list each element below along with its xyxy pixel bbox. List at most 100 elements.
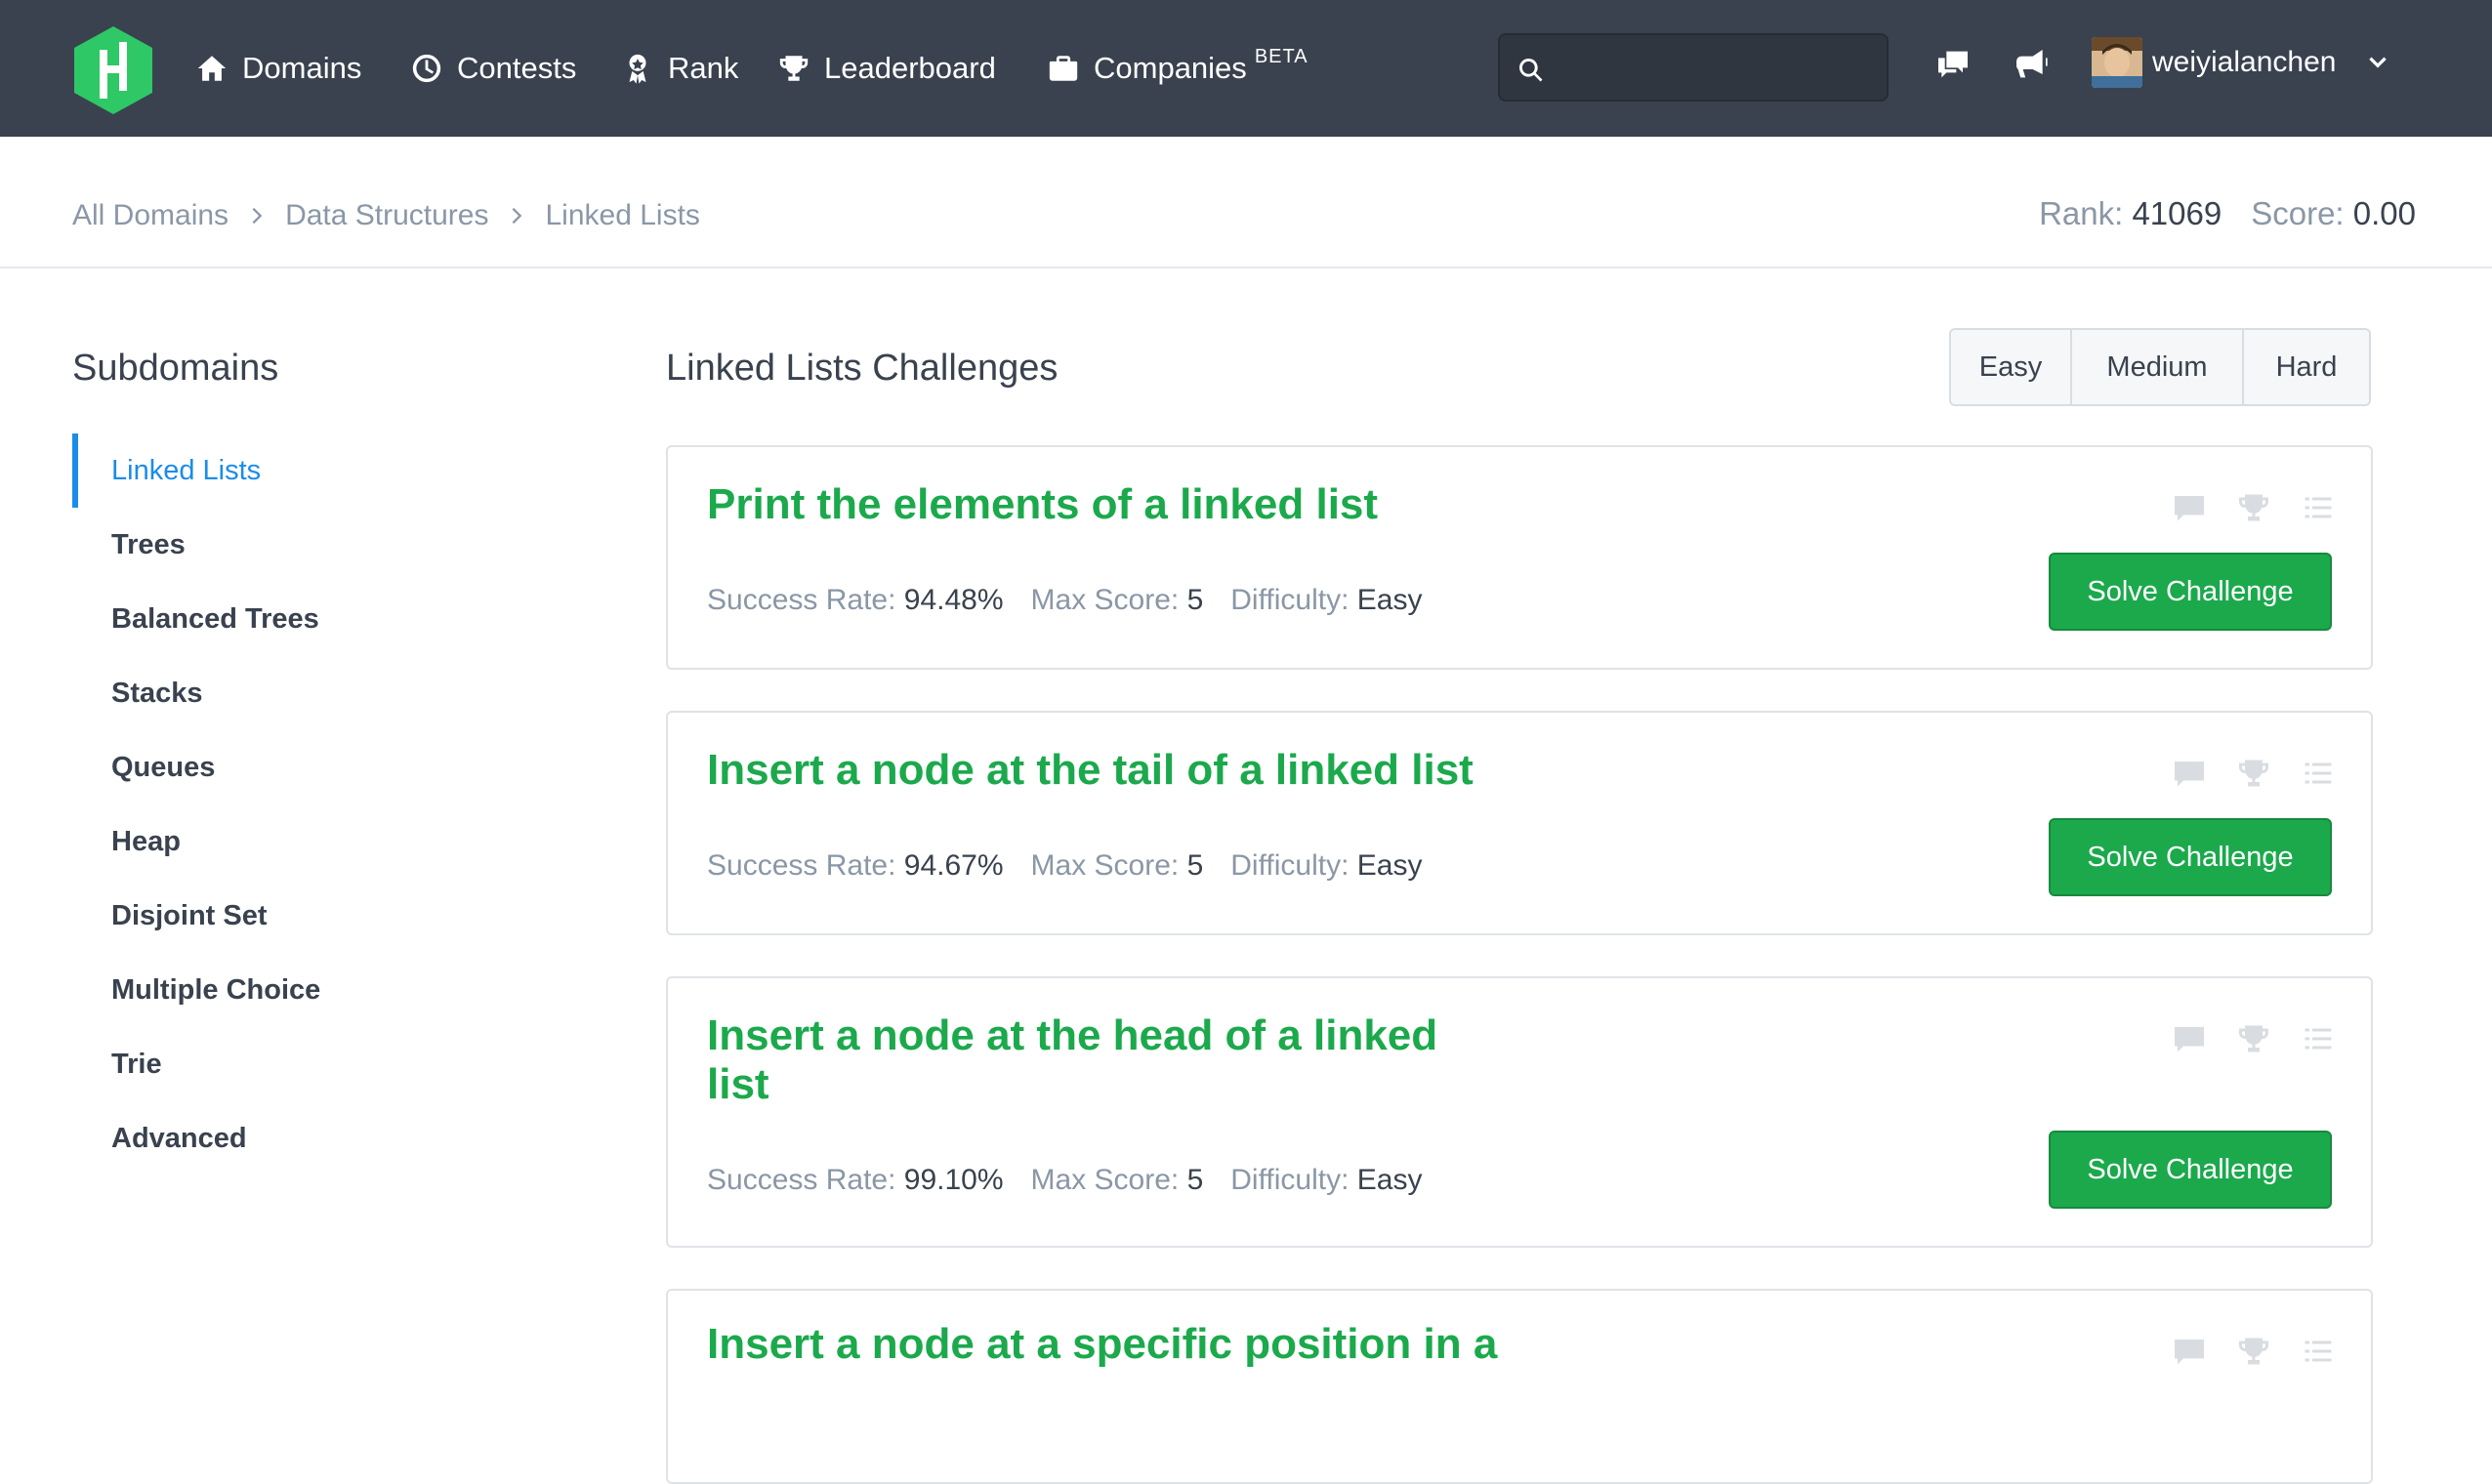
list-icon[interactable] bbox=[2301, 1021, 2336, 1056]
success-rate-label: Success Rate: bbox=[707, 584, 896, 616]
top-navbar: Domains Contests Rank Leaderboard Compan… bbox=[0, 0, 2492, 137]
sidebar-item-queues[interactable]: Queues bbox=[72, 730, 580, 804]
filter-medium-button[interactable]: Medium bbox=[2072, 330, 2244, 404]
nav-contests[interactable]: Contests bbox=[410, 0, 576, 137]
challenge-stats: Success Rate: 94.48% Max Score: 5 Diffic… bbox=[707, 584, 1422, 617]
challenge-stats: Success Rate: 99.10% Max Score: 5 Diffic… bbox=[707, 1164, 1422, 1197]
success-rate: Success Rate: 94.67% bbox=[707, 849, 1004, 883]
challenge-title[interactable]: Insert a node at the tail of a linked li… bbox=[707, 746, 1586, 795]
sidebar-item-disjoint-set[interactable]: Disjoint Set bbox=[72, 879, 580, 953]
sidebar-item-trie[interactable]: Trie bbox=[72, 1027, 580, 1101]
difficulty-value: Easy bbox=[1356, 1164, 1423, 1196]
notifications-icon[interactable] bbox=[2012, 45, 2051, 84]
user-menu[interactable]: weiyialanchen bbox=[2092, 33, 2390, 92]
chevron-right-icon bbox=[252, 207, 263, 225]
sidebar-item-balanced-trees[interactable]: Balanced Trees bbox=[72, 582, 580, 656]
score-display: Score: 0.00 bbox=[2251, 195, 2416, 232]
nav-companies[interactable]: Companies BETA bbox=[1047, 0, 1308, 137]
search-icon bbox=[1519, 59, 1543, 82]
sidebar-item-stacks[interactable]: Stacks bbox=[72, 656, 580, 730]
trophy-icon[interactable] bbox=[2236, 1334, 2271, 1369]
card-icons bbox=[2172, 756, 2336, 791]
nav-rank[interactable]: Rank bbox=[621, 0, 738, 137]
max-score-label: Max Score: bbox=[1030, 849, 1180, 882]
sidebar-item-heap[interactable]: Heap bbox=[72, 804, 580, 879]
chat-bubbles-icon bbox=[1938, 51, 1968, 78]
nav-leaderboard-label: Leaderboard bbox=[824, 51, 996, 85]
chevron-down-icon bbox=[2369, 57, 2388, 68]
max-score-label: Max Score: bbox=[1030, 584, 1180, 616]
max-score-value: 5 bbox=[1186, 584, 1204, 616]
max-score: Max Score: 5 bbox=[1031, 1164, 1204, 1197]
solve-challenge-button[interactable]: Solve Challenge bbox=[2049, 818, 2332, 896]
difficulty-value: Easy bbox=[1356, 849, 1423, 882]
filter-easy-button[interactable]: Easy bbox=[1951, 330, 2072, 404]
success-rate-value: 94.48% bbox=[903, 584, 1004, 616]
discussion-icon[interactable] bbox=[2172, 490, 2207, 525]
avatar bbox=[2092, 37, 2142, 88]
difficulty-label: Difficulty: bbox=[1230, 1164, 1350, 1196]
challenge-title[interactable]: Print the elements of a linked list bbox=[707, 480, 1508, 529]
sidebar-item-multiple-choice[interactable]: Multiple Choice bbox=[72, 953, 580, 1027]
success-rate-value: 99.10% bbox=[903, 1164, 1004, 1196]
card-icons bbox=[2172, 1334, 2336, 1369]
filter-hard-button[interactable]: Hard bbox=[2244, 330, 2369, 404]
rank-display: Rank: 41069 bbox=[2039, 195, 2222, 232]
breadcrumb-all-domains[interactable]: All Domains bbox=[72, 199, 228, 232]
subdomains-list: Linked Lists Trees Balanced Trees Stacks… bbox=[72, 433, 580, 1175]
search-box[interactable] bbox=[1498, 33, 1889, 102]
challenge-title[interactable]: Insert a node at the head of a linked li… bbox=[707, 1011, 1488, 1109]
difficulty: Difficulty: Easy bbox=[1230, 849, 1422, 883]
trophy-icon[interactable] bbox=[2236, 756, 2271, 791]
difficulty: Difficulty: Easy bbox=[1230, 1164, 1422, 1197]
clock-icon bbox=[412, 54, 441, 83]
trophy-icon[interactable] bbox=[2236, 490, 2271, 525]
max-score: Max Score: 5 bbox=[1031, 584, 1204, 617]
nav-domains[interactable]: Domains bbox=[195, 0, 361, 137]
discussion-icon[interactable] bbox=[2172, 756, 2207, 791]
messages-icon[interactable] bbox=[1933, 45, 1973, 84]
max-score-value: 5 bbox=[1186, 1164, 1204, 1196]
hackerrank-logo[interactable] bbox=[70, 24, 156, 116]
rank-value: 41069 bbox=[2132, 195, 2222, 231]
challenge-card: Insert a node at a specific position in … bbox=[666, 1289, 2373, 1484]
difficulty-label: Difficulty: bbox=[1230, 849, 1350, 882]
card-icons bbox=[2172, 490, 2336, 525]
challenge-card: Print the elements of a linked list Succ… bbox=[666, 445, 2373, 670]
breadcrumb-linked-lists[interactable]: Linked Lists bbox=[545, 199, 699, 232]
breadcrumb-bar: All Domains Data Structures Linked Lists… bbox=[0, 137, 2492, 268]
briefcase-icon bbox=[1049, 56, 1078, 81]
success-rate: Success Rate: 99.10% bbox=[707, 1164, 1004, 1197]
discussion-icon[interactable] bbox=[2172, 1334, 2207, 1369]
trophy-icon bbox=[779, 56, 809, 81]
breadcrumb: All Domains Data Structures Linked Lists bbox=[72, 199, 700, 232]
max-score-value: 5 bbox=[1186, 849, 1204, 882]
discussion-icon[interactable] bbox=[2172, 1021, 2207, 1056]
challenge-title[interactable]: Insert a node at a specific position in … bbox=[707, 1320, 1586, 1369]
nav-leaderboard[interactable]: Leaderboard bbox=[777, 0, 996, 137]
search-input[interactable] bbox=[1558, 43, 1871, 92]
list-icon[interactable] bbox=[2301, 756, 2336, 791]
sidebar-item-trees[interactable]: Trees bbox=[72, 508, 580, 582]
difficulty-label: Difficulty: bbox=[1230, 584, 1350, 616]
nav-rank-label: Rank bbox=[668, 51, 739, 85]
success-rate: Success Rate: 94.48% bbox=[707, 584, 1004, 617]
difficulty-value: Easy bbox=[1356, 584, 1423, 616]
sidebar-item-linked-lists[interactable]: Linked Lists bbox=[72, 433, 580, 508]
sidebar-item-advanced[interactable]: Advanced bbox=[72, 1101, 580, 1175]
score-value: 0.00 bbox=[2352, 195, 2416, 231]
solve-challenge-button[interactable]: Solve Challenge bbox=[2049, 1131, 2332, 1209]
username: weiyialanchen bbox=[2152, 46, 2337, 78]
breadcrumb-data-structures[interactable]: Data Structures bbox=[285, 199, 488, 232]
challenges-title: Linked Lists Challenges bbox=[666, 348, 1059, 389]
list-icon[interactable] bbox=[2301, 1334, 2336, 1369]
rank-score: Rank: 41069 Score: 0.00 bbox=[2039, 195, 2416, 232]
solve-challenge-button[interactable]: Solve Challenge bbox=[2049, 553, 2332, 631]
max-score: Max Score: 5 bbox=[1031, 849, 1204, 883]
score-label: Score: bbox=[2251, 195, 2345, 231]
subdomains-title: Subdomains bbox=[72, 348, 279, 389]
home-icon bbox=[197, 56, 227, 81]
trophy-icon[interactable] bbox=[2236, 1021, 2271, 1056]
megaphone-icon bbox=[2015, 50, 2048, 78]
list-icon[interactable] bbox=[2301, 490, 2336, 525]
